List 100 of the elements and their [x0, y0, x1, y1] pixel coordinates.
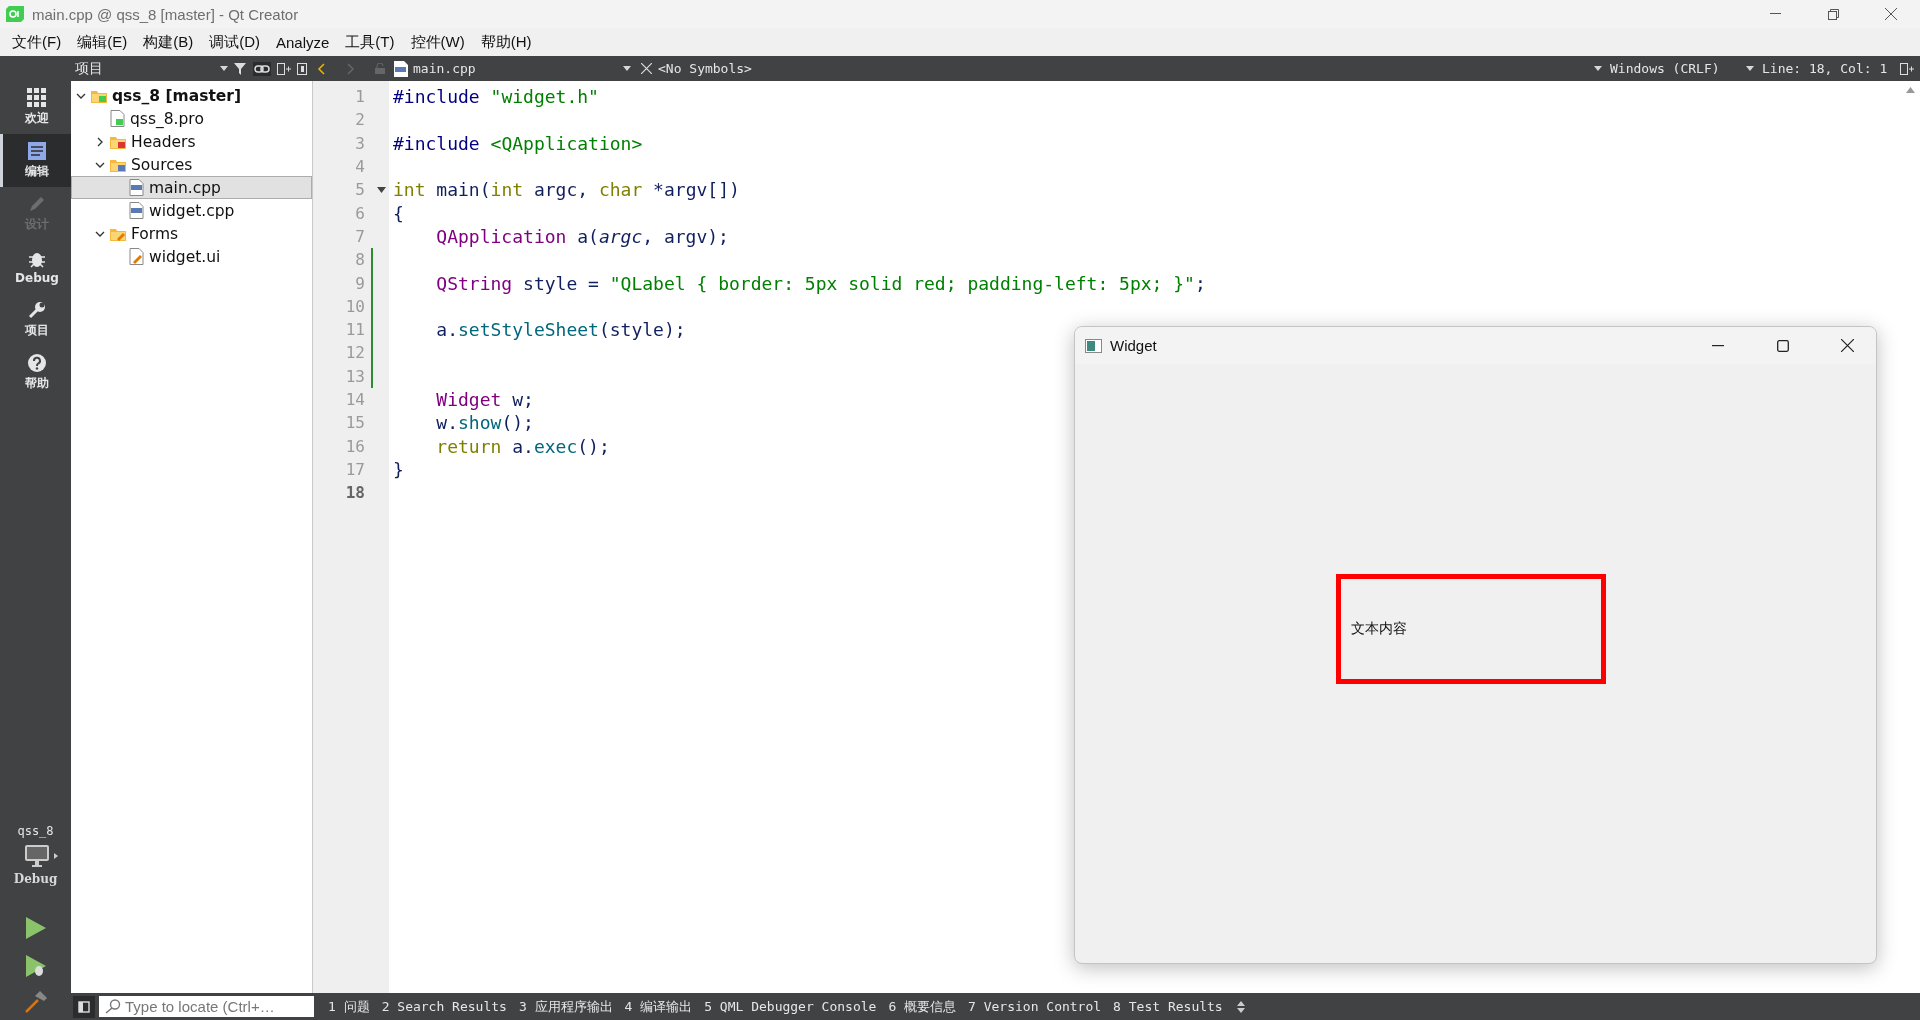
monitor-icon[interactable]	[23, 844, 50, 868]
menu-item[interactable]: 编辑(E)	[69, 32, 136, 52]
tree-item[interactable]: Sources	[71, 153, 312, 176]
code-line: Widget w;	[435, 388, 535, 412]
close-panel-icon[interactable]	[297, 62, 307, 75]
code-line: int main(int argc, char *argv[])	[393, 178, 741, 202]
code-line: QApplication a(argc, argv);	[435, 224, 730, 249]
line-number: 12	[344, 343, 365, 363]
caret-icon	[53, 853, 58, 859]
code-line: #include <QApplication>	[393, 131, 644, 155]
line-number: 5	[354, 180, 365, 200]
folder-icon	[110, 226, 126, 241]
tree-item[interactable]: qss_8.pro	[71, 107, 312, 130]
scroll-up-icon[interactable]	[1905, 87, 1915, 93]
menu-item[interactable]: 文件(F)	[4, 32, 70, 52]
tree-item[interactable]: widget.cpp	[71, 199, 312, 222]
restore-icon	[1827, 8, 1839, 20]
tree-item[interactable]: widget.ui	[71, 245, 312, 268]
menu-item[interactable]: 帮助(H)	[472, 32, 540, 52]
code-line: a.setStyleSheet(style);	[435, 318, 687, 342]
grid-icon	[27, 88, 47, 108]
wrench-icon	[27, 300, 47, 320]
window-title: main.cpp @ qss_8 [master] - Qt Creator	[32, 5, 300, 23]
close-icon[interactable]	[641, 63, 652, 74]
back-icon[interactable]	[317, 62, 325, 75]
line-number: 14	[344, 390, 365, 409]
output-tab[interactable]: 6 概要信息	[882, 997, 963, 1016]
line-number: 4	[354, 157, 365, 177]
hammer-icon[interactable]	[23, 990, 48, 1014]
minimize-icon	[1769, 13, 1781, 15]
split-icon[interactable]	[1900, 62, 1914, 75]
code-line: QString style = "QLabel { border: 5px solid red; padding-left: 5px; }";	[435, 271, 1207, 295]
debug-run-icon[interactable]	[24, 954, 47, 978]
project-name: qss_8	[17, 824, 54, 838]
line-number: 16	[344, 436, 365, 456]
output-tab[interactable]: 4 编译输出	[618, 997, 699, 1016]
tree-item[interactable]: qss_8 [master]	[71, 84, 312, 107]
folder-icon	[110, 157, 126, 172]
menu-item[interactable]: 构建(B)	[135, 32, 202, 52]
output-tab[interactable]: 5 QML Debugger Console	[698, 999, 883, 1014]
minimize-icon	[1711, 344, 1724, 347]
output-tab[interactable]: 3 应用程序输出	[512, 997, 619, 1016]
file-icon	[129, 179, 144, 196]
expander-icon[interactable]	[95, 136, 105, 147]
menu-item[interactable]: Analyze	[268, 33, 338, 51]
mode-tab[interactable]: Debug	[0, 240, 71, 293]
line-number: 3	[354, 133, 365, 153]
tree-item[interactable]: main.cpp	[71, 176, 312, 199]
locator-field[interactable]: Type to locate (Ctrl+…	[99, 996, 314, 1017]
file-icon	[129, 248, 144, 265]
mode-tab[interactable]: 欢迎	[0, 81, 71, 134]
pencil-icon	[27, 194, 47, 214]
code-line: return a.exec();	[435, 434, 611, 458]
filter-icon[interactable]	[234, 62, 247, 75]
line-number: 13	[344, 366, 365, 386]
sidebar-toggle-icon[interactable]	[73, 995, 95, 1018]
mode-tab[interactable]: 帮助	[0, 346, 71, 399]
run-icon[interactable]	[24, 916, 47, 940]
code-line: {	[393, 201, 405, 225]
output-tab[interactable]: 2 Search Results	[375, 999, 513, 1014]
split-icon[interactable]	[277, 62, 291, 75]
code-line: w.show();	[435, 411, 535, 435]
lock-icon	[375, 63, 385, 74]
fold-icon[interactable]	[377, 186, 386, 193]
file-icon	[393, 59, 409, 78]
output-tab[interactable]: 8 Test Results	[1107, 999, 1229, 1014]
dropdown-caret-icon[interactable]	[623, 66, 631, 71]
line-number: 2	[354, 110, 365, 130]
line-number: 18	[344, 483, 365, 503]
symbol-selector[interactable]: <No Symbols>	[658, 61, 1594, 76]
line-number: 6	[354, 203, 365, 223]
navigator-title[interactable]: 项目	[75, 59, 214, 78]
dropdown-caret-icon[interactable]	[1594, 66, 1602, 71]
help-icon	[27, 353, 47, 373]
dropdown-caret-icon[interactable]	[220, 66, 228, 71]
output-tab[interactable]: 1 问题	[322, 997, 376, 1016]
file-selector[interactable]: main.cpp	[413, 61, 623, 76]
line-number: 7	[354, 226, 365, 246]
mode-tab[interactable]: 编辑	[0, 134, 71, 187]
folder-icon	[110, 134, 126, 149]
line-number: 1	[354, 87, 365, 107]
build-config: Debug	[13, 872, 58, 886]
tree-item[interactable]: Headers	[71, 130, 312, 153]
line-ending-selector[interactable]: Windows (CRLF)	[1610, 61, 1746, 76]
menu-item[interactable]: 控件(W)	[402, 32, 473, 52]
line-number: 9	[354, 273, 365, 293]
output-tab[interactable]: 7 Version Control	[962, 999, 1108, 1014]
link-icon[interactable]	[253, 61, 271, 76]
app-logo-icon	[6, 6, 24, 22]
menu-item[interactable]: 工具(T)	[337, 32, 403, 52]
window-title: Widget	[1110, 337, 1158, 354]
tree-item[interactable]: Forms	[71, 222, 312, 245]
mode-tab[interactable]: 项目	[0, 293, 71, 346]
maximize-icon	[1776, 339, 1789, 352]
menu-item[interactable]: 调试(D)	[201, 32, 268, 52]
up-down-arrows-icon[interactable]	[1236, 1000, 1245, 1013]
cursor-position[interactable]: Line: 18, Col: 1	[1762, 61, 1900, 76]
dropdown-caret-icon[interactable]	[1746, 66, 1754, 71]
window-icon	[1085, 338, 1102, 353]
line-number: 11	[344, 320, 365, 340]
